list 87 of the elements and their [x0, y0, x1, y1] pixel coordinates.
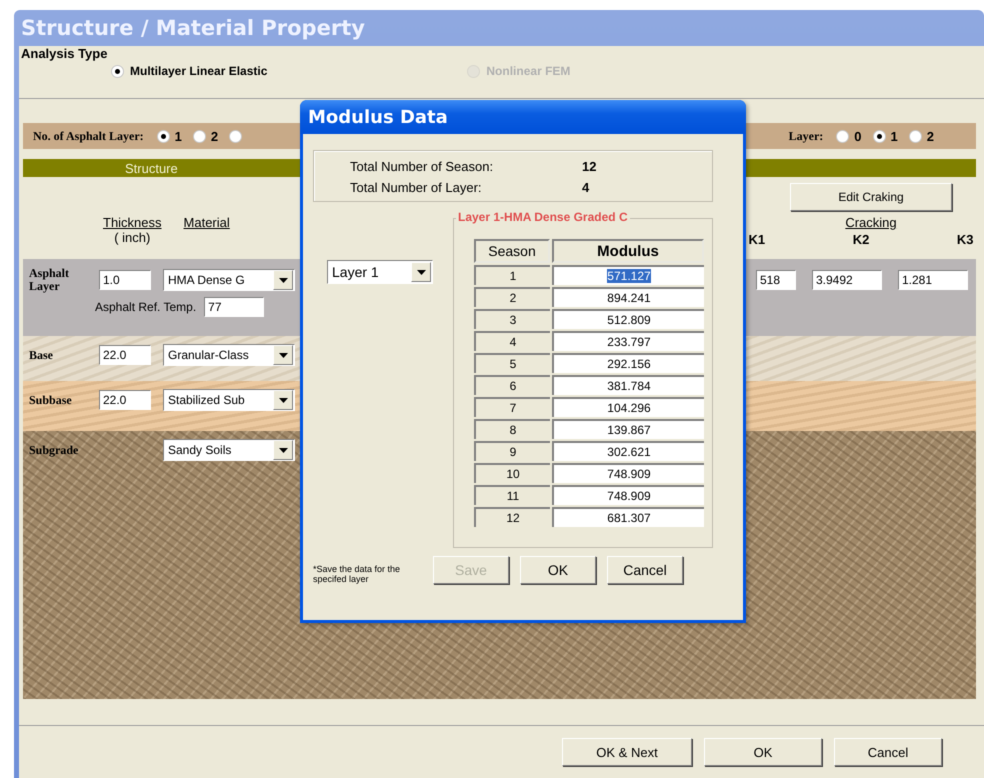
layer-dropdown[interactable]: Layer 1 — [327, 260, 433, 284]
radio-button[interactable] — [192, 130, 206, 142]
material-header: Material — [184, 215, 230, 230]
radio-label: 2 — [926, 128, 934, 144]
season-cell: 2 — [474, 287, 550, 307]
dropdown-arrow-icon — [278, 398, 288, 402]
dropdown-arrow-icon — [416, 270, 426, 274]
material-dropdown[interactable]: Granular-Class — [163, 344, 295, 366]
modulus-cell[interactable]: 748.909 — [552, 485, 704, 505]
material-dropdown[interactable]: Stabilized Sub — [163, 389, 295, 411]
dropdown-arrow-icon — [278, 278, 288, 282]
season-cell: 12 — [474, 507, 550, 527]
layer-name: Subgrade — [29, 444, 80, 456]
column-header: K2 — [852, 232, 870, 247]
season-cell: 6 — [474, 375, 550, 395]
edit-cracking-button[interactable]: Edit Craking — [790, 183, 952, 211]
dialog-button[interactable]: OK — [704, 738, 822, 766]
coefficient-field[interactable]: 3.9492 — [812, 270, 882, 290]
dialog-title: Modulus Data — [308, 106, 448, 128]
modulus-cell[interactable]: 512.809 — [552, 309, 704, 329]
modulus-cell[interactable]: 139.867 — [552, 419, 704, 439]
radio-button[interactable] — [872, 130, 886, 142]
modulus-cell[interactable]: 381.784 — [552, 375, 704, 395]
layer-count-label: Layer: — [788, 128, 824, 144]
layer-name: Base — [29, 348, 54, 362]
radio-label: Nonlinear FEM — [486, 64, 570, 78]
column-header: Season — [474, 239, 550, 263]
thickness-field[interactable]: 22.0 — [99, 390, 151, 410]
season-cell: 3 — [474, 309, 550, 329]
radio-button[interactable] — [156, 130, 170, 142]
season-cell: 10 — [474, 463, 550, 483]
thickness-field[interactable]: 22.0 — [99, 345, 151, 365]
radio-label: 2 — [210, 128, 218, 144]
radio-label: 1 — [174, 128, 182, 144]
ref-temp-field[interactable]: 77 — [204, 297, 264, 317]
radio-label: 1 — [890, 128, 898, 144]
cracking-header: Cracking — [845, 215, 897, 230]
group-title: Layer 1-HMA Dense Graded C — [456, 210, 630, 224]
unit-label: ( inch) — [114, 230, 150, 245]
dropdown-arrow-icon — [278, 448, 288, 452]
ref-temp-label: Asphalt Ref. Temp. — [95, 300, 196, 314]
modulus-cell[interactable]: 748.909 — [552, 463, 704, 483]
column-header: Modulus — [552, 239, 704, 263]
total-label: Total Number of Layer: — [350, 180, 483, 195]
thickness-header: Thickness — [103, 215, 162, 230]
coefficient-field[interactable]: 518 — [756, 270, 796, 290]
modulus-cell[interactable]: 104.296 — [552, 397, 704, 417]
dialog-button[interactable]: OK & Next — [562, 738, 692, 766]
coefficient-field[interactable]: 1.281 — [898, 270, 968, 290]
season-cell: 4 — [474, 331, 550, 351]
material-dropdown[interactable]: Sandy Soils — [163, 439, 295, 461]
modulus-cell[interactable]: 681.307 — [552, 507, 704, 527]
season-cell: 7 — [474, 397, 550, 417]
radio-label: 0 — [854, 128, 862, 144]
column-header: K1 — [748, 232, 766, 247]
season-cell: 11 — [474, 485, 550, 505]
layer-name: Subbase — [29, 394, 73, 406]
column-header: K3 — [956, 232, 974, 247]
radio-label: Multilayer Linear Elastic — [130, 64, 268, 78]
total-value: 4 — [582, 180, 590, 195]
modulus-cell[interactable]: 302.621 — [552, 441, 704, 461]
layer-name: Asphalt Layer — [29, 267, 70, 293]
asphalt-layer-count-label: No. of Asphalt Layer: — [33, 128, 144, 144]
season-cell: 1 — [474, 265, 550, 285]
material-dropdown[interactable]: HMA Dense G — [163, 269, 295, 291]
modulus-cell[interactable]: 571.127 — [552, 265, 704, 285]
radio-button[interactable] — [111, 64, 124, 78]
window-title: Structure / Material Property — [21, 16, 365, 40]
total-value: 12 — [582, 159, 596, 174]
dialog-button[interactable]: OK — [520, 556, 596, 584]
total-label: Total Number of Season: — [350, 159, 494, 174]
season-cell: 8 — [474, 419, 550, 439]
season-cell: 5 — [474, 353, 550, 373]
season-cell: 9 — [474, 441, 550, 461]
modulus-cell[interactable]: 292.156 — [552, 353, 704, 373]
thickness-field[interactable]: 1.0 — [99, 270, 151, 290]
save-note: *Save the data for the specifed layer — [313, 564, 402, 584]
modulus-cell[interactable]: 894.241 — [552, 287, 704, 307]
dialog-button[interactable]: Cancel — [607, 556, 683, 584]
radio-button[interactable] — [908, 130, 922, 142]
modulus-cell[interactable]: 233.797 — [552, 331, 704, 351]
dialog-button[interactable]: Cancel — [834, 738, 942, 766]
dropdown-arrow-icon — [278, 352, 288, 358]
radio-button[interactable] — [836, 130, 850, 142]
radio-button[interactable] — [229, 130, 242, 142]
group-label: Analysis Type — [21, 46, 108, 61]
structure-label: Structure — [125, 160, 178, 176]
